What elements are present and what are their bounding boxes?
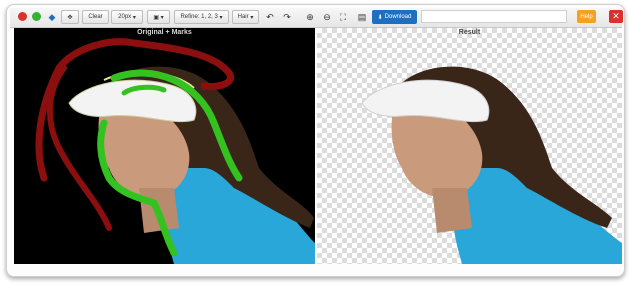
url-field[interactable] [421,10,567,23]
download-arrow-icon: ⬇ [377,14,383,21]
eraser-icon[interactable]: ◆ [46,11,58,23]
refine-select[interactable]: Refine: 1, 2, 3 ▾ [174,10,229,24]
undo-icon[interactable]: ↶ [264,11,276,23]
clear-button[interactable]: Clear [82,10,109,24]
keep-mark-tool-icon[interactable] [32,12,41,21]
help-button[interactable]: Help [577,10,596,23]
zoom-in-icon[interactable]: ⊕ [304,11,316,23]
toolbar: ◆ ✥ Clear 20px ▾ ▣ ▾ Refine: 1, 2, 3 ▾ H… [10,8,623,28]
zoom-out-icon[interactable]: ⊖ [321,11,333,23]
refine-label: Refine: 1, 2, 3 [180,14,218,20]
result-photo [361,66,622,264]
original-marks-panel[interactable]: Original + Marks [14,28,315,264]
view-mode-icon: ▣ [153,14,159,21]
result-panel-title: Result [458,29,481,36]
brush-size-select[interactable]: 20px ▾ [111,10,143,24]
original-photo [35,38,315,264]
fullscreen-icon[interactable]: ⛶ [337,11,349,23]
result-panel: Result [317,28,622,264]
remove-mark-tool-icon[interactable] [18,12,27,21]
hair-label: Hair [237,14,249,20]
close-button[interactable]: ✕ [609,10,623,23]
original-panel-title: Original + Marks [137,29,192,36]
download-label: Download [384,14,412,20]
view-mode-select[interactable]: ▣ ▾ [147,10,170,24]
move-tool-button[interactable]: ✥ [61,10,79,24]
download-button[interactable]: ⬇ Download [372,10,417,24]
hair-select[interactable]: Hair ▾ [232,10,259,24]
save-icon[interactable]: ▤ [356,11,368,23]
redo-icon[interactable]: ↷ [281,11,293,23]
brush-size-value: 20px [118,14,132,20]
